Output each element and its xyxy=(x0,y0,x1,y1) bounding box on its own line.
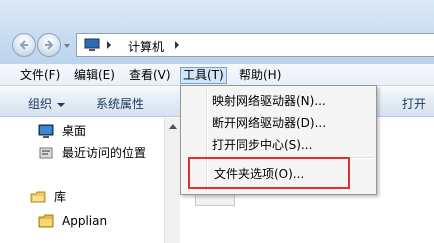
menu-item-map-network-drive[interactable]: 映射网络驱动器(N)... xyxy=(212,91,326,111)
breadcrumb-separator-icon[interactable] xyxy=(173,40,181,50)
menu-bar: 文件(F) 编辑(E) 查看(V) 工具(T) 帮助(H) xyxy=(0,64,434,86)
organize-button[interactable]: 组织 xyxy=(28,95,66,112)
folder-icon xyxy=(38,214,54,228)
highlight-annotation xyxy=(188,157,350,189)
breadcrumb-computer[interactable]: 计算机 xyxy=(128,38,164,55)
menu-help[interactable]: 帮助(H) xyxy=(236,67,284,84)
desktop-icon xyxy=(38,124,54,138)
scroll-up-icon[interactable] xyxy=(169,124,177,129)
nav-item-label: 库 xyxy=(54,190,67,204)
nav-item-label: 桌面 xyxy=(62,124,87,138)
navpane-scrollbar[interactable] xyxy=(164,118,180,243)
menu-edit[interactable]: 编辑(E) xyxy=(71,67,118,84)
navigation-pane: 桌面 最近访问的位置 库 Applian xyxy=(0,118,180,243)
breadcrumb-separator-icon[interactable] xyxy=(105,40,113,50)
recent-pages-dropdown-icon[interactable] xyxy=(63,42,71,50)
organize-label: 组织 xyxy=(28,97,53,111)
menu-view[interactable]: 查看(V) xyxy=(126,67,174,84)
nav-item-label: Applian xyxy=(62,214,108,228)
forward-button[interactable] xyxy=(37,33,61,57)
back-button[interactable] xyxy=(12,33,36,57)
computer-icon xyxy=(84,38,100,51)
menu-file[interactable]: 文件(F) xyxy=(17,67,63,84)
menu-item-disconnect-network-drive[interactable]: 断开网络驱动器(D)... xyxy=(212,113,326,133)
recent-places-icon xyxy=(39,147,53,159)
menu-item-open-sync-center[interactable]: 打开同步中心(S)... xyxy=(212,135,312,155)
back-arrow-icon xyxy=(19,40,28,50)
chevron-down-icon xyxy=(57,102,66,107)
nav-item-label: 最近访问的位置 xyxy=(62,146,147,160)
title-bar: 计算机 xyxy=(0,0,434,64)
address-bar[interactable]: 计算机 xyxy=(76,33,434,57)
forward-arrow-icon xyxy=(45,40,54,50)
library-icon xyxy=(30,191,46,203)
menu-tools[interactable]: 工具(T) xyxy=(180,67,227,84)
system-properties-button[interactable]: 系统属性 xyxy=(96,95,144,112)
open-control-panel-button[interactable]: 打开 xyxy=(402,95,426,112)
